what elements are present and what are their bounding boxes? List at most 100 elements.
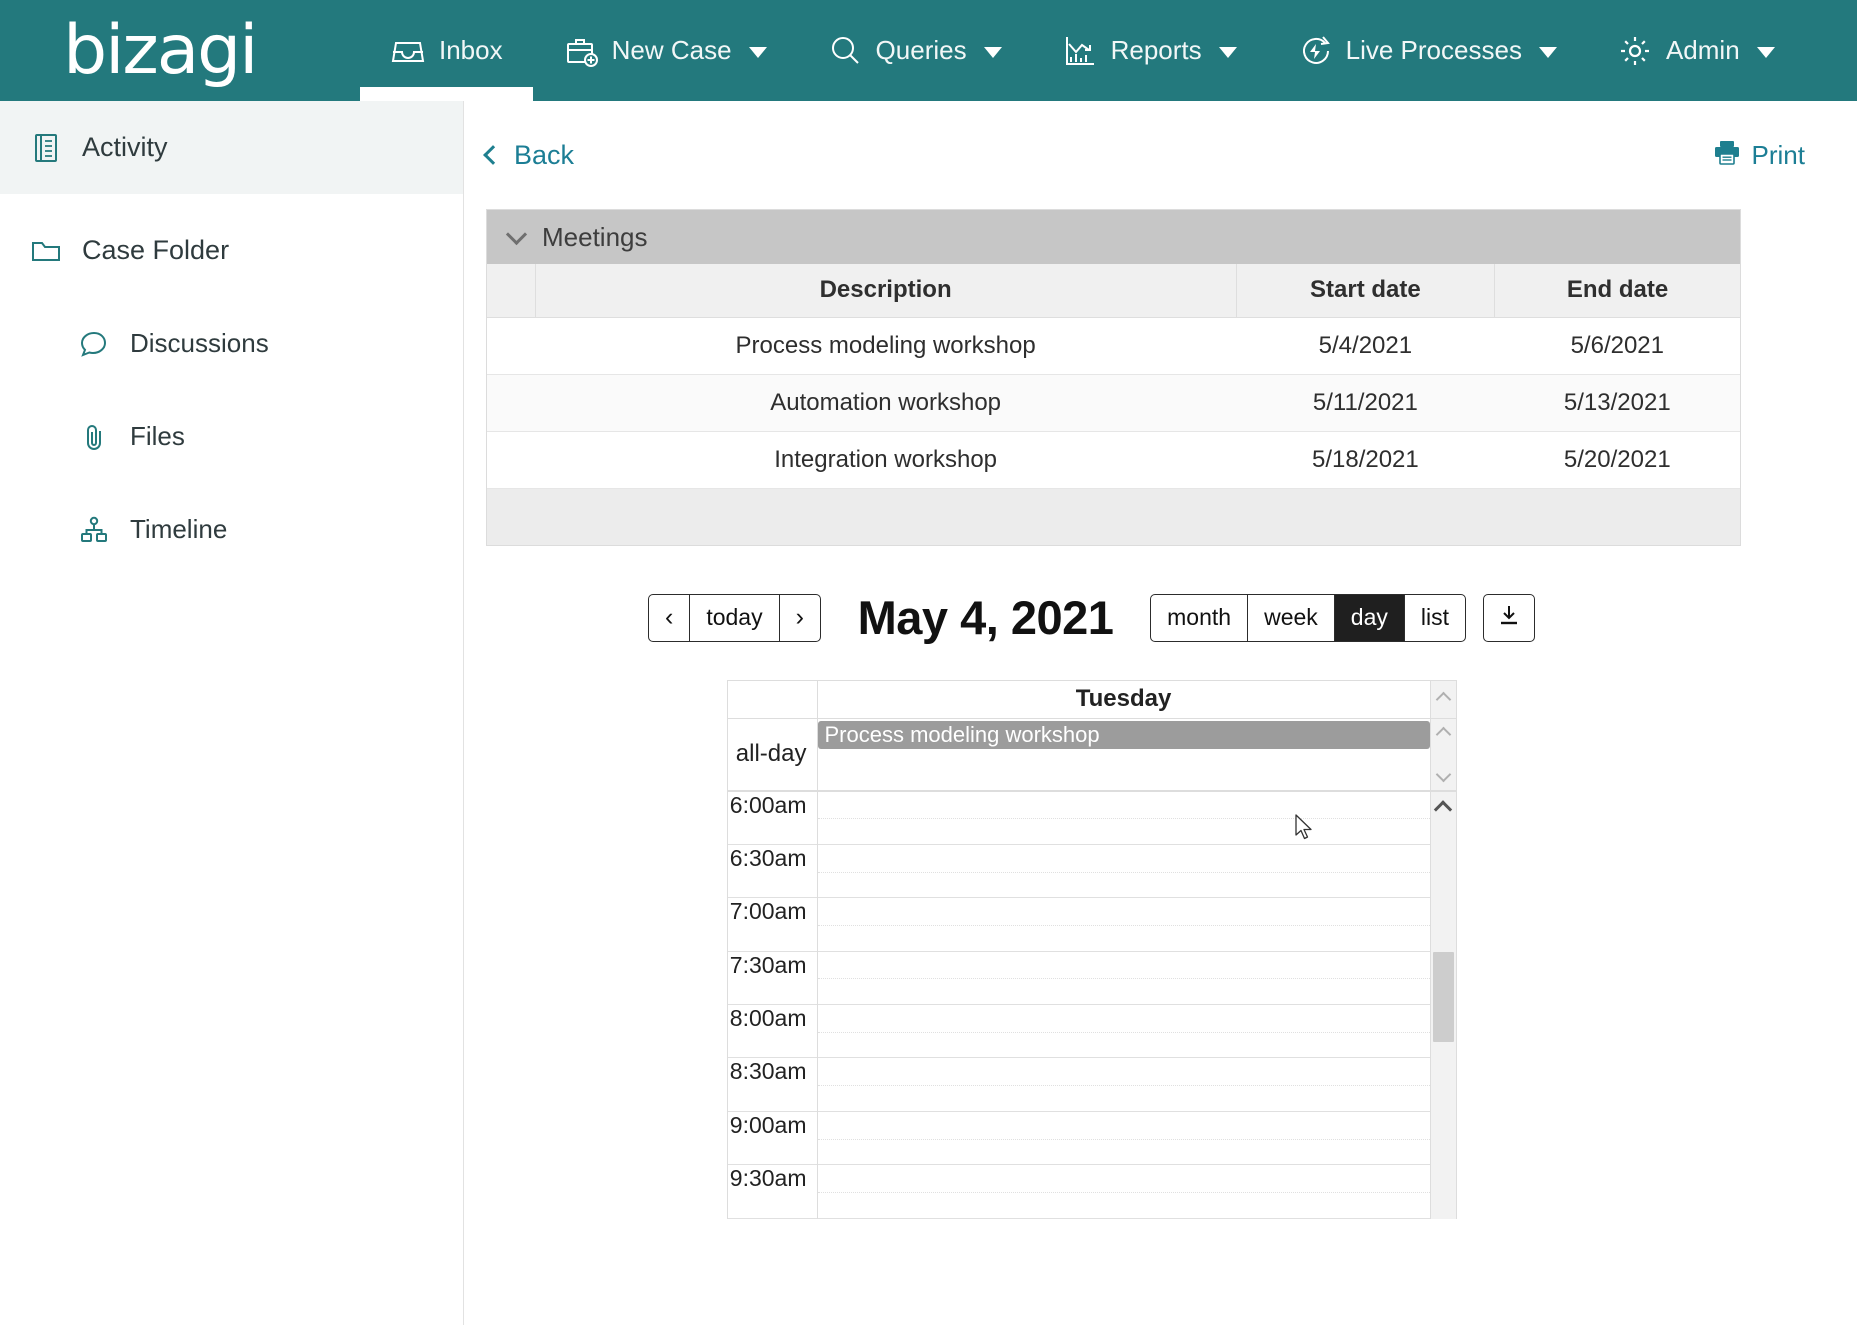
- chevron-down-icon[interactable]: [984, 47, 1002, 58]
- logo-text: bizagi: [63, 17, 256, 85]
- calendar-allday-events: Process modeling workshop: [818, 719, 1430, 790]
- cell-start-date: 5/18/2021: [1236, 431, 1494, 488]
- nav-label-inbox: Inbox: [439, 35, 503, 66]
- chevron-down-icon[interactable]: [749, 47, 767, 58]
- scrollbar-thumb[interactable]: [1433, 952, 1454, 1042]
- time-slot[interactable]: [818, 792, 1430, 845]
- calendar-event-title: Process modeling workshop: [825, 722, 1100, 747]
- cell-description: Integration workshop: [535, 431, 1236, 488]
- chevron-down-icon[interactable]: [506, 223, 527, 244]
- calendar-nav-group: ‹ today ›: [648, 594, 821, 642]
- calendar-allday-row: all-day Process modeling workshop: [728, 719, 1456, 792]
- nav-item-inbox[interactable]: Inbox: [360, 0, 533, 101]
- calendar-view-list[interactable]: list: [1404, 594, 1466, 642]
- calendar-toolbar: ‹ today › May 4, 2021 month: [486, 586, 1697, 650]
- time-slot[interactable]: [818, 1165, 1430, 1218]
- folder-icon: [30, 235, 62, 267]
- nav-item-queries[interactable]: Queries: [797, 0, 1032, 101]
- time-slot[interactable]: [818, 1005, 1430, 1058]
- top-navigation-bar: bizagi Inbox New Case: [0, 0, 1857, 101]
- cell-end-date: 5/20/2021: [1495, 431, 1740, 488]
- chevron-up-icon[interactable]: [1435, 726, 1451, 742]
- table-row[interactable]: Automation workshop 5/11/2021 5/13/2021: [487, 374, 1740, 431]
- live-processes-icon: [1297, 33, 1333, 69]
- calendar-axis-corner: [728, 681, 818, 718]
- chevron-down-icon[interactable]: [1539, 47, 1557, 58]
- calendar-day-header: Tuesday: [818, 681, 1430, 718]
- calendar-slots: 6:00am 6:30am 7:00am 7:30am 8:00am 8:30a…: [728, 792, 1430, 1219]
- table-row[interactable]: Process modeling workshop 5/4/2021 5/6/2…: [487, 317, 1740, 374]
- chevron-left-icon: [483, 145, 503, 165]
- nav-item-live-processes[interactable]: Live Processes: [1267, 0, 1587, 101]
- calendar-view-day-label: day: [1351, 604, 1388, 631]
- calendar-prev-button[interactable]: ‹: [648, 594, 690, 642]
- calendar-view-week[interactable]: week: [1247, 594, 1335, 642]
- cell-start-date: 5/11/2021: [1236, 374, 1494, 431]
- time-slot[interactable]: [818, 952, 1430, 1005]
- column-header-end-date: End date: [1495, 264, 1740, 317]
- nav-item-admin[interactable]: Admin: [1587, 0, 1805, 101]
- time-slot[interactable]: [818, 845, 1430, 898]
- calendar-slot-cells[interactable]: [818, 792, 1430, 1219]
- main-content: Back Print Meetings: [464, 101, 1857, 1325]
- calendar-next-label: ›: [796, 605, 804, 630]
- calendar-time-axis: 6:00am 6:30am 7:00am 7:30am 8:00am 8:30a…: [728, 792, 818, 1219]
- time-label: 8:00am: [728, 1005, 817, 1058]
- sidebar-label-case-folder: Case Folder: [82, 235, 229, 266]
- calendar-prev-label: ‹: [665, 605, 673, 630]
- sidebar-item-activity[interactable]: Activity: [0, 101, 463, 194]
- nav-item-new-case[interactable]: New Case: [533, 0, 797, 101]
- main-nav: Inbox New Case Que: [360, 0, 1805, 101]
- gear-icon: [1617, 33, 1653, 69]
- calendar: ‹ today › May 4, 2021 month: [464, 586, 1719, 1219]
- calendar-view-day[interactable]: day: [1334, 594, 1405, 642]
- sidebar: Activity Case Folder Discussions: [0, 101, 464, 1325]
- chevron-down-icon[interactable]: [1757, 47, 1775, 58]
- meetings-panel-footer: [487, 489, 1740, 545]
- time-slot[interactable]: [818, 1112, 1430, 1165]
- reports-chart-icon: [1062, 33, 1098, 69]
- paperclip-icon: [78, 421, 110, 453]
- calendar-grid: Tuesday all-day Process modeling worksho…: [727, 680, 1457, 1219]
- cell-description: Process modeling workshop: [535, 317, 1236, 374]
- sidebar-item-case-folder[interactable]: Case Folder: [0, 204, 463, 297]
- sidebar-label-files: Files: [130, 421, 185, 452]
- meetings-panel: Meetings Description Start date End date…: [486, 209, 1741, 546]
- back-button[interactable]: Back: [486, 140, 574, 171]
- new-case-icon: [563, 33, 599, 69]
- column-header-start-date: Start date: [1236, 264, 1494, 317]
- calendar-download-button[interactable]: [1483, 594, 1535, 642]
- download-icon: [1497, 603, 1521, 633]
- bizagi-logo[interactable]: bizagi: [0, 0, 350, 101]
- sidebar-item-files[interactable]: Files: [0, 390, 463, 483]
- printer-icon: [1713, 139, 1741, 172]
- calendar-allday-scrollbar[interactable]: [1430, 719, 1456, 790]
- time-slot[interactable]: [818, 1058, 1430, 1111]
- sidebar-item-discussions[interactable]: Discussions: [0, 297, 463, 390]
- nav-item-reports[interactable]: Reports: [1032, 0, 1267, 101]
- comment-icon: [78, 328, 110, 360]
- calendar-view-month[interactable]: month: [1150, 594, 1248, 642]
- cell-end-date: 5/13/2021: [1495, 374, 1740, 431]
- chevron-down-icon[interactable]: [1219, 47, 1237, 58]
- row-index-cell: [487, 374, 535, 431]
- chevron-up-icon[interactable]: [1434, 800, 1452, 818]
- time-label: 9:30am: [728, 1165, 817, 1218]
- time-slot[interactable]: [818, 898, 1430, 951]
- calendar-event-chip[interactable]: Process modeling workshop: [818, 721, 1430, 749]
- table-row[interactable]: Integration workshop 5/18/2021 5/20/2021: [487, 431, 1740, 488]
- calendar-today-button[interactable]: today: [689, 594, 779, 642]
- row-index-cell: [487, 431, 535, 488]
- row-index-cell: [487, 317, 535, 374]
- calendar-title: May 4, 2021: [858, 590, 1114, 645]
- table-header-row: Description Start date End date: [487, 264, 1740, 317]
- calendar-vertical-scrollbar[interactable]: [1430, 792, 1456, 1219]
- chevron-down-icon[interactable]: [1435, 766, 1451, 782]
- meetings-panel-header[interactable]: Meetings: [487, 210, 1740, 264]
- calendar-view-group: month week day list: [1150, 594, 1466, 642]
- print-button[interactable]: Print: [1713, 139, 1805, 172]
- calendar-next-button[interactable]: ›: [779, 594, 821, 642]
- time-label: 7:00am: [728, 898, 817, 951]
- sidebar-item-timeline[interactable]: Timeline: [0, 483, 463, 576]
- cell-description: Automation workshop: [535, 374, 1236, 431]
